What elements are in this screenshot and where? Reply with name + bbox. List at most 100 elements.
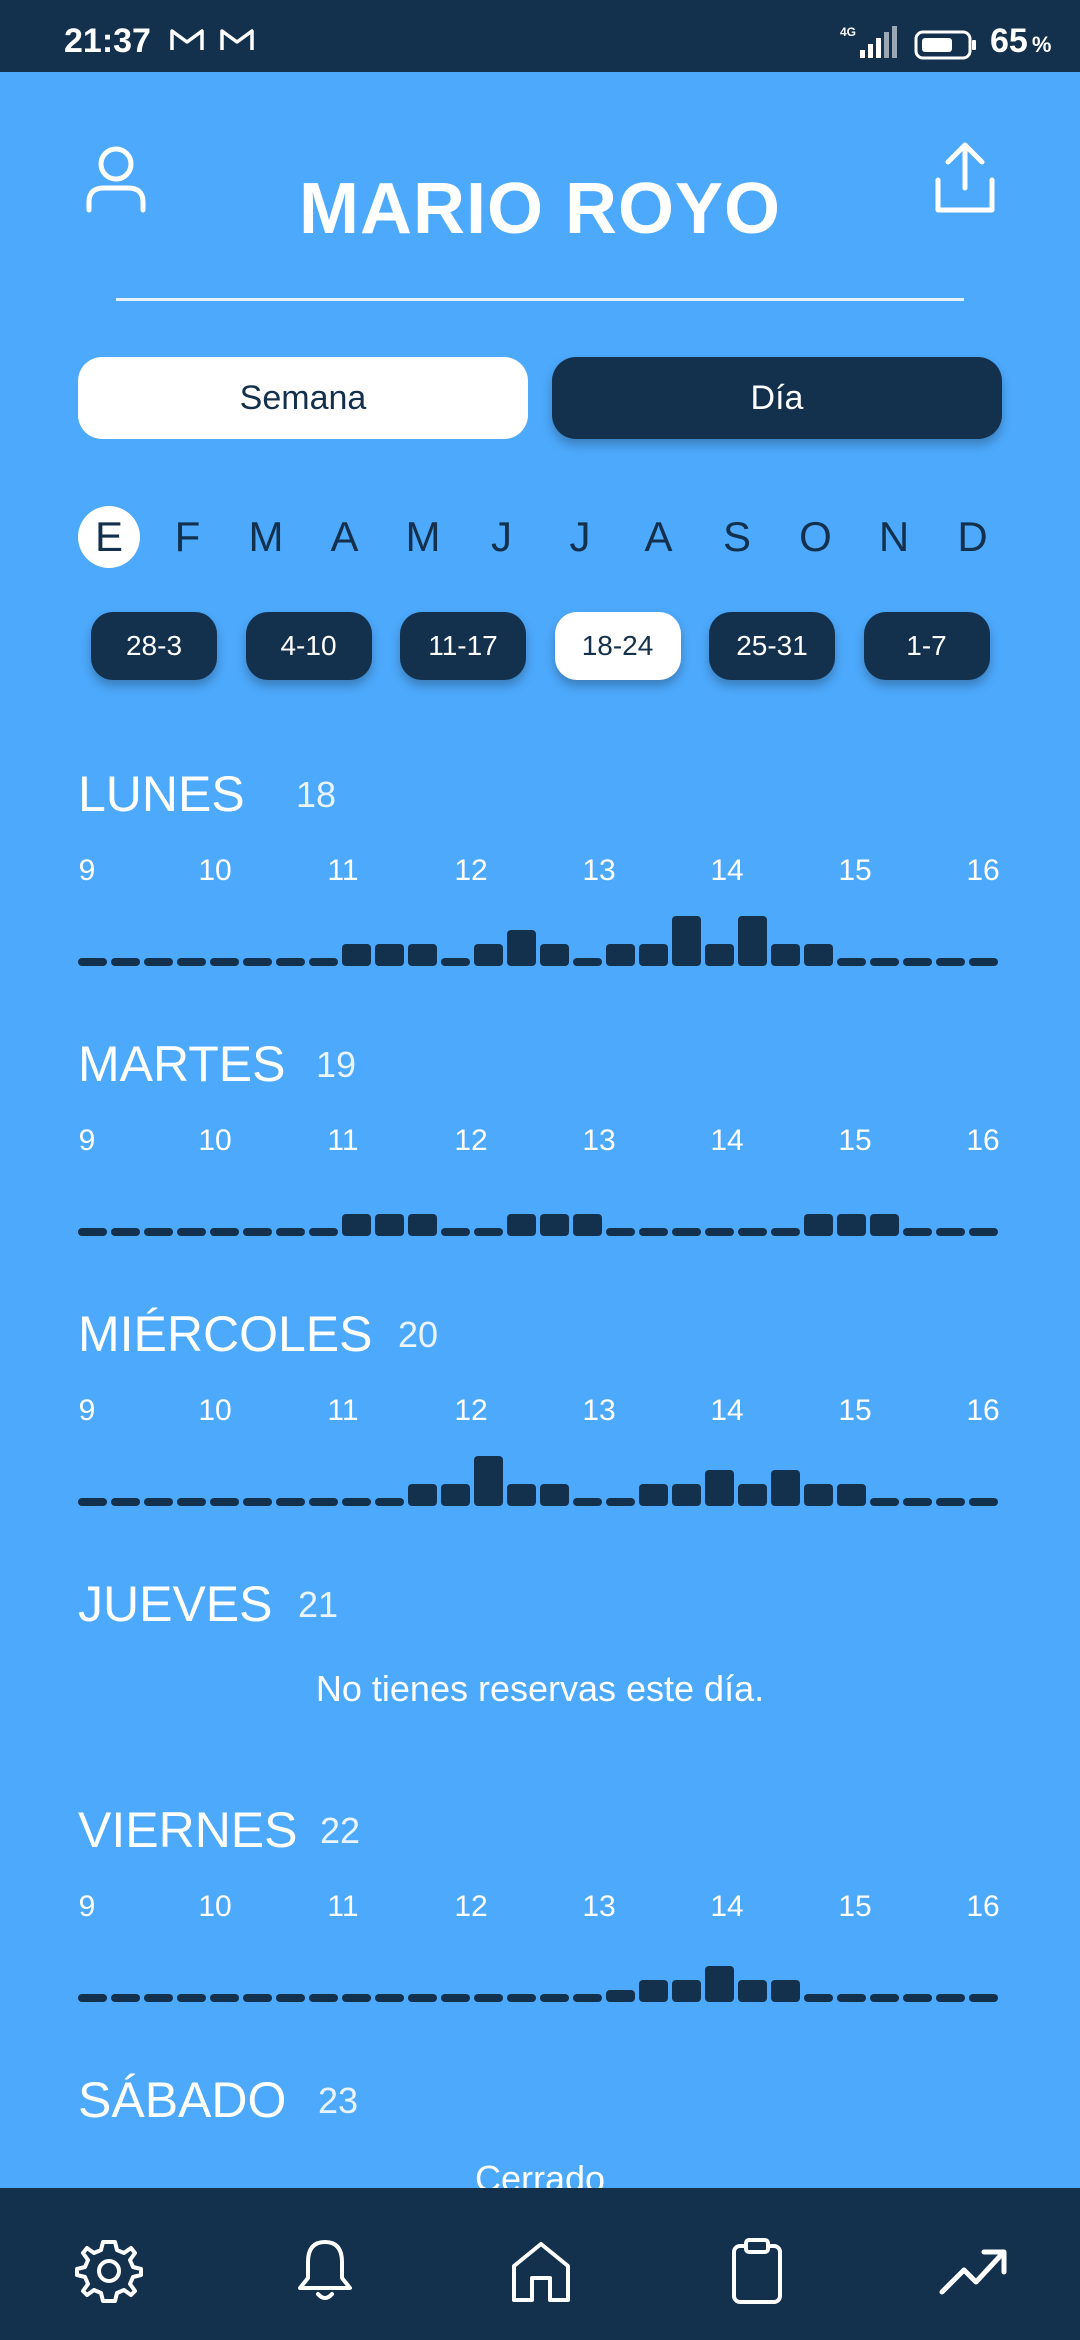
occupancy-bar[interactable] xyxy=(408,944,437,966)
occupancy-bar[interactable] xyxy=(738,916,767,966)
occupancy-bar[interactable] xyxy=(837,1214,866,1236)
occupancy-bar[interactable] xyxy=(210,1498,239,1506)
occupancy-bar[interactable] xyxy=(309,1994,338,2002)
occupancy-bar[interactable] xyxy=(342,944,371,966)
occupancy-bar[interactable] xyxy=(903,1994,932,2002)
occupancy-bar[interactable] xyxy=(375,1498,404,1506)
clipboard-icon[interactable] xyxy=(722,2236,792,2306)
occupancy-bar[interactable] xyxy=(408,1484,437,1506)
occupancy-bar[interactable] xyxy=(672,1228,701,1236)
week-pill[interactable]: 11-17 xyxy=(400,612,526,680)
occupancy-bar[interactable] xyxy=(771,1980,800,2002)
occupancy-bar[interactable] xyxy=(606,1228,635,1236)
occupancy-bar[interactable] xyxy=(144,1994,173,2002)
occupancy-bar[interactable] xyxy=(705,1228,734,1236)
occupancy-bar[interactable] xyxy=(804,1484,833,1506)
occupancy-bar[interactable] xyxy=(243,958,272,966)
occupancy-bar[interactable] xyxy=(243,1994,272,2002)
month-10[interactable]: O xyxy=(785,506,847,568)
week-view-button[interactable]: Semana xyxy=(78,357,528,439)
occupancy-bar[interactable] xyxy=(540,1214,569,1236)
occupancy-bar[interactable] xyxy=(276,1228,305,1236)
occupancy-bar[interactable] xyxy=(309,1228,338,1236)
occupancy-bar[interactable] xyxy=(936,1994,965,2002)
occupancy-bar[interactable] xyxy=(111,1228,140,1236)
occupancy-bar[interactable] xyxy=(243,1228,272,1236)
occupancy-bar[interactable] xyxy=(540,944,569,966)
occupancy-bar[interactable] xyxy=(441,1994,470,2002)
occupancy-bar[interactable] xyxy=(903,1498,932,1506)
occupancy-bar[interactable] xyxy=(705,1966,734,2002)
occupancy-bar[interactable] xyxy=(606,1498,635,1506)
occupancy-bar[interactable] xyxy=(474,1994,503,2002)
bell-icon[interactable] xyxy=(290,2236,360,2306)
occupancy-bar[interactable] xyxy=(804,1214,833,1236)
occupancy-bar[interactable] xyxy=(969,958,998,966)
occupancy-bar[interactable] xyxy=(441,958,470,966)
occupancy-bar[interactable] xyxy=(441,1484,470,1506)
home-icon[interactable] xyxy=(506,2236,576,2306)
occupancy-bar[interactable] xyxy=(474,1228,503,1236)
occupancy-bar[interactable] xyxy=(969,1228,998,1236)
occupancy-bar[interactable] xyxy=(309,958,338,966)
occupancy-bar[interactable] xyxy=(573,1994,602,2002)
week-pill[interactable]: 28-3 xyxy=(91,612,217,680)
occupancy-bar[interactable] xyxy=(342,1994,371,2002)
occupancy-bar[interactable] xyxy=(639,1484,668,1506)
occupancy-bar[interactable] xyxy=(507,1994,536,2002)
occupancy-bar[interactable] xyxy=(507,930,536,966)
occupancy-bar[interactable] xyxy=(738,1484,767,1506)
month-6[interactable]: J xyxy=(471,506,533,568)
occupancy-bar[interactable] xyxy=(342,1498,371,1506)
occupancy-bar[interactable] xyxy=(771,944,800,966)
occupancy-bar[interactable] xyxy=(870,1994,899,2002)
occupancy-bar[interactable] xyxy=(936,1228,965,1236)
occupancy-bar[interactable] xyxy=(375,1994,404,2002)
occupancy-bar[interactable] xyxy=(177,1498,206,1506)
occupancy-bar[interactable] xyxy=(144,958,173,966)
occupancy-bar[interactable] xyxy=(903,958,932,966)
occupancy-bar[interactable] xyxy=(573,958,602,966)
occupancy-bar[interactable] xyxy=(837,1484,866,1506)
occupancy-bar[interactable] xyxy=(177,1228,206,1236)
month-7[interactable]: J xyxy=(549,506,611,568)
occupancy-bar[interactable] xyxy=(540,1484,569,1506)
occupancy-bar[interactable] xyxy=(210,1228,239,1236)
occupancy-bar[interactable] xyxy=(936,958,965,966)
occupancy-bar[interactable] xyxy=(969,1498,998,1506)
occupancy-bar[interactable] xyxy=(210,958,239,966)
occupancy-bar[interactable] xyxy=(111,1498,140,1506)
settings-icon[interactable] xyxy=(74,2236,144,2306)
occupancy-bar[interactable] xyxy=(804,1994,833,2002)
occupancy-bar[interactable] xyxy=(639,1980,668,2002)
occupancy-bar[interactable] xyxy=(111,1994,140,2002)
occupancy-bar[interactable] xyxy=(507,1214,536,1236)
trending-up-icon[interactable] xyxy=(938,2236,1008,2306)
occupancy-bar[interactable] xyxy=(639,1228,668,1236)
occupancy-bar[interactable] xyxy=(78,1228,107,1236)
occupancy-bar[interactable] xyxy=(672,1484,701,1506)
occupancy-bar[interactable] xyxy=(309,1498,338,1506)
occupancy-bar[interactable] xyxy=(342,1214,371,1236)
occupancy-bar[interactable] xyxy=(177,958,206,966)
occupancy-bar[interactable] xyxy=(771,1228,800,1236)
occupancy-bar[interactable] xyxy=(78,1498,107,1506)
occupancy-bar[interactable] xyxy=(969,1994,998,2002)
occupancy-bar[interactable] xyxy=(606,1990,635,2002)
occupancy-bar[interactable] xyxy=(573,1214,602,1236)
occupancy-bar[interactable] xyxy=(276,1498,305,1506)
occupancy-bar[interactable] xyxy=(78,958,107,966)
occupancy-bar[interactable] xyxy=(837,958,866,966)
occupancy-bar[interactable] xyxy=(177,1994,206,2002)
occupancy-bar[interactable] xyxy=(111,958,140,966)
month-8[interactable]: A xyxy=(628,506,690,568)
month-1[interactable]: E xyxy=(78,506,140,568)
day-view-button[interactable]: Día xyxy=(552,357,1002,439)
week-pill[interactable]: 25-31 xyxy=(709,612,835,680)
month-4[interactable]: A xyxy=(314,506,376,568)
occupancy-bar[interactable] xyxy=(870,1498,899,1506)
occupancy-bar[interactable] xyxy=(276,1994,305,2002)
share-icon[interactable] xyxy=(932,140,998,216)
occupancy-bar[interactable] xyxy=(408,1994,437,2002)
occupancy-bar[interactable] xyxy=(837,1994,866,2002)
